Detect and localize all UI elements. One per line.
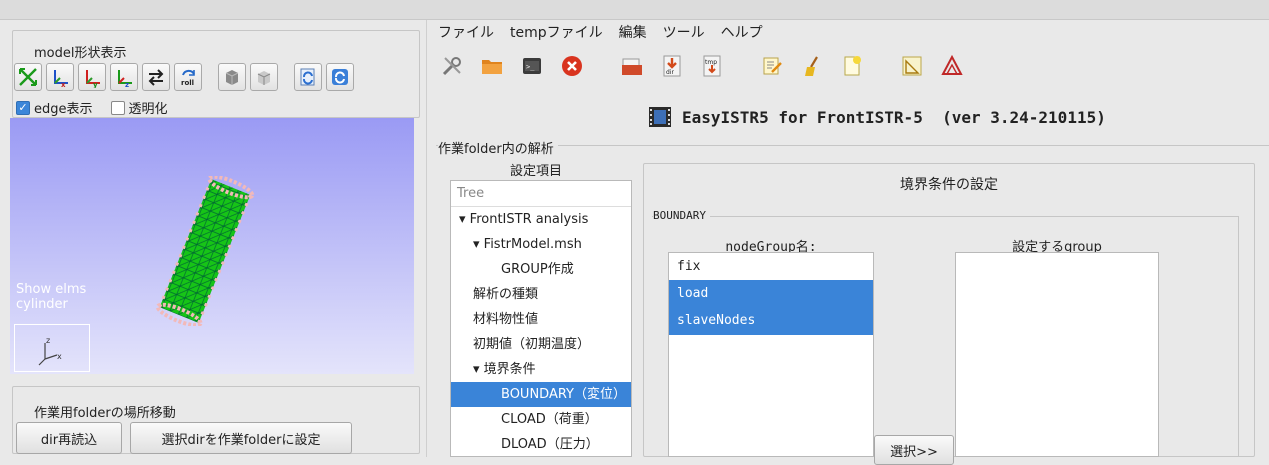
- view-y-axis-icon[interactable]: y: [78, 63, 106, 91]
- reload-dir-button[interactable]: dir再読込: [16, 422, 122, 454]
- analysis-group-border: [436, 145, 1269, 146]
- triangle-ruler-icon[interactable]: [898, 52, 926, 80]
- boundary-group-border-right: [1238, 216, 1239, 457]
- view-toolbar: x y z roll: [14, 63, 354, 91]
- left-panel: model形状表示 x y z roll ✓ edge表示 透明化 Show e…: [10, 22, 422, 454]
- app-title: EasyISTR5 for FrontISTR-5 (ver 3.24-2101…: [682, 107, 1106, 127]
- terminal-icon[interactable]: >_: [518, 52, 546, 80]
- transparent-label: 透明化: [128, 102, 168, 117]
- viewport-info-text: Show elms cylinder: [16, 282, 86, 312]
- solid-cube-icon[interactable]: [218, 63, 246, 91]
- boundary-group-title: BOUNDARY: [653, 209, 710, 222]
- tree-item[interactable]: 初期値（初期温度）: [451, 332, 631, 357]
- analysis-group-title: 作業folder内の解析: [438, 138, 558, 157]
- svg-text:y: y: [93, 81, 98, 88]
- svg-text:z: z: [46, 336, 50, 345]
- fit-view-icon[interactable]: [14, 63, 42, 91]
- viewport-text-show-elms: Show elms: [16, 282, 87, 297]
- nodegroup-item[interactable]: slaveNodes: [669, 307, 873, 335]
- menu-bar: ファイル tempファイル 編集 ツール ヘルプ: [438, 22, 779, 42]
- tree-item[interactable]: ▾ FrontISTR analysis: [451, 207, 631, 232]
- dir-download-icon[interactable]: dir: [658, 52, 686, 80]
- svg-text:roll: roll: [181, 79, 194, 87]
- tree-item[interactable]: 解析の種類: [451, 282, 631, 307]
- tree-header: Tree: [451, 181, 631, 207]
- model-group-title: model形状表示: [34, 46, 127, 61]
- folder-red-icon[interactable]: [618, 52, 646, 80]
- edit-note-icon[interactable]: [758, 52, 786, 80]
- 3d-viewport[interactable]: Show elms cylinder z x: [10, 118, 414, 374]
- boundary-group-border-top: [652, 216, 1238, 217]
- cylinder-mesh: [155, 176, 255, 326]
- tree-item[interactable]: CLOAD（荷重）: [451, 407, 631, 432]
- settings-header: 設定項目: [510, 164, 563, 179]
- tree-item[interactable]: ▾ FistrModel.msh: [451, 232, 631, 257]
- tmp-file-icon[interactable]: tmp: [698, 52, 726, 80]
- edge-checkbox[interactable]: ✓: [16, 100, 30, 115]
- svg-text:z: z: [125, 81, 129, 88]
- window-top-strip: [0, 0, 1269, 20]
- viewport-text-model-name: cylinder: [16, 297, 68, 312]
- svg-text:dir: dir: [666, 69, 674, 76]
- select-button[interactable]: 選択>>: [874, 435, 954, 465]
- transparent-checkbox[interactable]: [110, 100, 125, 115]
- menu-edit[interactable]: 編集: [619, 22, 647, 42]
- mesh-triangle-icon[interactable]: [938, 52, 966, 80]
- axis-indicator: z x: [14, 324, 90, 372]
- view-z-axis-icon[interactable]: z: [110, 63, 138, 91]
- wire-cube-icon[interactable]: [250, 63, 278, 91]
- boundary-title: 境界条件の設定: [900, 177, 998, 193]
- tree-item[interactable]: ▾ 境界条件: [451, 357, 631, 382]
- broom-icon[interactable]: [798, 52, 826, 80]
- folder-group-title: 作業用folderの場所移動: [34, 406, 176, 421]
- tree-item[interactable]: GROUP作成: [451, 257, 631, 282]
- close-icon[interactable]: [558, 52, 586, 80]
- nodegroup-item[interactable]: fix: [669, 253, 873, 281]
- tools-icon[interactable]: [438, 52, 466, 80]
- svg-text:>_: >_: [526, 63, 535, 71]
- svg-text:tmp: tmp: [705, 59, 717, 66]
- set-workfolder-button[interactable]: 選択dirを作業folderに設定: [130, 422, 352, 454]
- edge-label: edge表示: [34, 102, 93, 117]
- new-file-icon[interactable]: [838, 52, 866, 80]
- refresh-file-icon[interactable]: [294, 63, 322, 91]
- nodegroup-list[interactable]: fix load slaveNodes: [668, 252, 874, 457]
- svg-text:x: x: [57, 352, 62, 361]
- tree-item[interactable]: DLOAD（圧力）: [451, 432, 631, 456]
- edge-checkbox-row: ✓ edge表示 透明化: [16, 98, 168, 117]
- app-title-bar: EasyISTR5 for FrontISTR-5 (ver 3.24-2101…: [648, 106, 1106, 128]
- tree-item[interactable]: 材料物性値: [451, 307, 631, 332]
- svg-text:x: x: [61, 81, 66, 88]
- reload-icon[interactable]: [326, 63, 354, 91]
- main-toolbar: >_ dir tmp: [438, 52, 966, 80]
- open-folder-icon[interactable]: [478, 52, 506, 80]
- tree-item[interactable]: BOUNDARY（変位）: [451, 382, 631, 407]
- menu-temp-file[interactable]: tempファイル: [510, 22, 603, 42]
- film-icon: [649, 107, 671, 127]
- view-x-axis-icon[interactable]: x: [46, 63, 74, 91]
- menu-help[interactable]: ヘルプ: [721, 22, 763, 42]
- axis-triad-icon: z x: [38, 336, 62, 366]
- panel-divider: [426, 20, 427, 457]
- target-group-list[interactable]: [955, 252, 1159, 457]
- nodegroup-item[interactable]: load: [669, 280, 873, 308]
- settings-tree[interactable]: Tree ▾ FrontISTR analysis ▾ FistrModel.ms…: [450, 180, 632, 457]
- roll-icon[interactable]: roll: [174, 63, 202, 91]
- menu-file[interactable]: ファイル: [438, 22, 494, 42]
- swap-arrows-icon[interactable]: [142, 63, 170, 91]
- menu-tools[interactable]: ツール: [663, 22, 705, 42]
